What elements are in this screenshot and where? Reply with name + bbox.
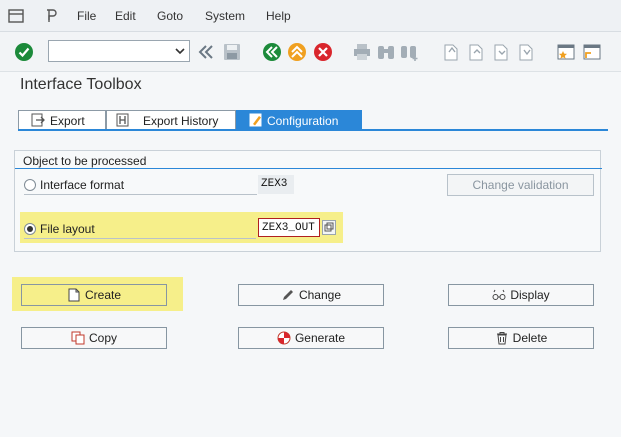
toggle-window-icon[interactable] — [8, 8, 24, 24]
tab-configuration-label: Configuration — [267, 114, 339, 128]
history-icon — [116, 113, 129, 127]
find-icon[interactable] — [376, 42, 396, 62]
interface-format-label: Interface format — [40, 178, 125, 192]
new-document-icon — [68, 288, 80, 302]
delete-label: Delete — [512, 331, 548, 345]
glasses-icon — [492, 289, 506, 300]
enter-check-icon[interactable] — [14, 42, 34, 62]
file-layout-radio[interactable] — [24, 223, 36, 235]
export-icon — [31, 113, 45, 127]
create-button[interactable]: Create — [21, 284, 167, 306]
first-page-icon[interactable] — [441, 42, 461, 62]
display-button[interactable]: Display — [448, 284, 594, 306]
menu-bar: File Edit Goto System Help — [0, 0, 621, 32]
find-next-icon[interactable] — [400, 42, 420, 62]
generate-button[interactable]: Generate — [238, 327, 384, 349]
tab-export-history[interactable]: Export History — [106, 110, 236, 130]
generate-icon — [277, 331, 291, 345]
group-title-underline — [15, 168, 602, 169]
cancel-icon[interactable] — [313, 42, 333, 62]
row-divider — [24, 238, 256, 239]
page-title: Interface Toolbox — [20, 76, 142, 93]
command-field[interactable] — [48, 40, 190, 62]
menu-system[interactable]: System — [205, 9, 245, 23]
tab-export[interactable]: Export — [18, 110, 106, 130]
create-label: Create — [84, 288, 122, 302]
display-label: Display — [510, 288, 550, 302]
configuration-icon — [249, 113, 262, 127]
next-page-icon[interactable] — [491, 42, 511, 62]
group-title: Object to be processed — [23, 154, 147, 168]
pencil-icon — [282, 290, 293, 300]
sap-logo-icon[interactable] — [44, 8, 60, 24]
generate-shortcut-icon[interactable] — [582, 42, 602, 62]
interface-format-radio[interactable] — [24, 179, 36, 191]
copy-icon — [71, 331, 85, 345]
tab-export-history-label: Export History — [143, 114, 219, 128]
value-help-icon[interactable] — [322, 220, 336, 235]
file-layout-option[interactable]: File layout — [24, 219, 256, 239]
change-label: Change — [298, 288, 342, 302]
exit-icon[interactable] — [287, 42, 307, 62]
change-validation-button[interactable]: Change validation — [447, 174, 594, 196]
file-layout-value[interactable]: ZEX3_OUT — [258, 218, 320, 237]
interface-format-option[interactable]: Interface format — [24, 175, 264, 195]
menu-file[interactable]: File — [77, 9, 96, 23]
tab-export-label: Export — [50, 114, 85, 128]
tab-underline — [18, 129, 608, 131]
save-icon[interactable] — [222, 42, 242, 62]
file-layout-label: File layout — [40, 222, 95, 236]
back-icon[interactable] — [262, 42, 282, 62]
print-icon[interactable] — [352, 42, 372, 62]
tab-configuration[interactable]: Configuration — [236, 110, 362, 130]
trash-icon — [496, 332, 507, 345]
menu-goto[interactable]: Goto — [157, 9, 183, 23]
menu-help[interactable]: Help — [266, 9, 291, 23]
change-validation-label: Change validation — [472, 178, 569, 192]
copy-button[interactable]: Copy — [21, 327, 167, 349]
generate-label: Generate — [294, 331, 346, 345]
last-page-icon[interactable] — [516, 42, 536, 62]
row-divider — [24, 194, 257, 195]
create-session-icon[interactable] — [556, 42, 576, 62]
change-button[interactable]: Change — [238, 284, 384, 306]
previous-page-icon[interactable] — [466, 42, 486, 62]
menu-edit[interactable]: Edit — [115, 9, 136, 23]
double-chevron-left-icon[interactable] — [196, 42, 216, 62]
chevron-down-icon[interactable] — [174, 44, 186, 58]
interface-format-value: ZEX3 — [258, 175, 294, 194]
delete-button[interactable]: Delete — [448, 327, 594, 349]
copy-label: Copy — [88, 331, 117, 345]
